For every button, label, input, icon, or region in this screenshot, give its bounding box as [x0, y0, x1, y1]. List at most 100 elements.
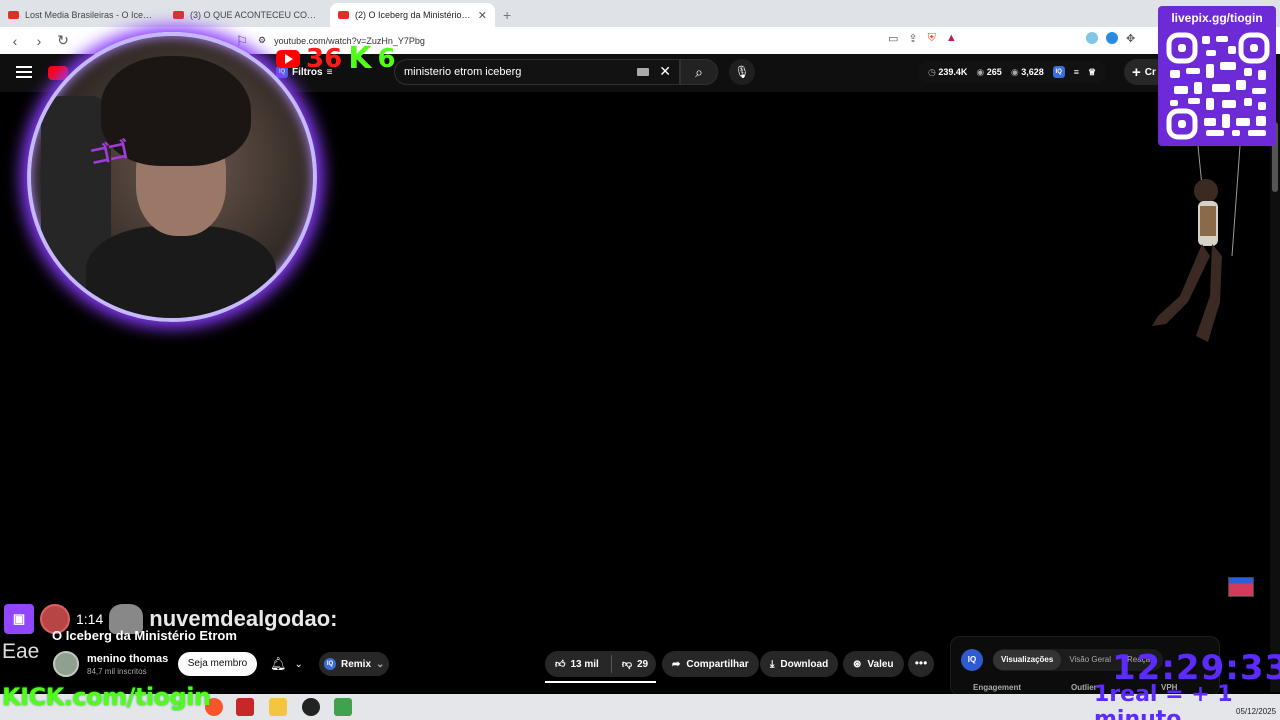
dislike-count: 29 [636, 658, 649, 670]
download-button[interactable]: ⤓ Download [760, 651, 839, 677]
screen: Lost Media Brasileiras - O Iceberg Ex (3… [0, 0, 1280, 720]
tab-title: (2) O Iceberg da Ministério Etrom [355, 10, 472, 20]
share-label: Compartilhar [686, 658, 749, 670]
like-button[interactable]: 👍︎ 13 mil [545, 655, 612, 673]
browser-tab[interactable]: Lost Media Brasileiras - O Iceberg Ex [0, 3, 165, 27]
streamer-webcam: ゴゴ [27, 32, 317, 322]
viewer-counter: 36 K 6 [276, 44, 396, 74]
kick-viewer-count: 6 [377, 44, 396, 74]
join-button[interactable]: Seja membro [178, 652, 257, 676]
super-thanks-icon: ⊛ [853, 658, 862, 670]
like-dislike-group: 👍︎ 13 mil 👎︎ 29 [545, 651, 656, 677]
subscriber-count: 84,7 mil inscritos [87, 667, 147, 676]
flag-icon [1228, 577, 1254, 597]
streamer-body [86, 226, 276, 318]
jojo-menacing-graphic: ゴゴ [87, 137, 128, 170]
forward-icon[interactable]: › [32, 33, 46, 49]
youtube-favicon-icon [173, 11, 184, 19]
chat-time: 1:14 [76, 611, 104, 627]
extensions-bar: ✥ [1086, 32, 1135, 45]
iq-icon[interactable]: IQ [1052, 66, 1065, 78]
menu-icon[interactable] [16, 66, 32, 78]
download-label: Download [780, 658, 829, 670]
livepix-url: livepix.gg/tiogin [1171, 11, 1263, 25]
site-info-icon[interactable]: ⚙ [258, 35, 266, 46]
extensions-puzzle-icon[interactable]: ✥ [1126, 32, 1135, 45]
iq-logo-icon: IQ [961, 649, 983, 671]
plus-icon: + [1132, 63, 1141, 81]
tab-overview[interactable]: Visão Geral [1061, 650, 1119, 670]
browser-tab[interactable]: (3) O QUE ACONTECEU COM O "eu [165, 3, 330, 27]
media-player-icon[interactable] [269, 698, 287, 716]
engagement-label: Engagement [973, 683, 1022, 692]
new-tab-icon[interactable]: + [495, 3, 519, 27]
twitch-icon: ▣ [4, 604, 34, 634]
channel-stats-bar: ◷ 239.4K ◉ 265 ◉ 3,628 IQ ≡ ♕ [918, 61, 1107, 83]
extension-icon[interactable] [1106, 32, 1118, 44]
youtube-viewer-count: 36 [306, 44, 343, 74]
search-icon: ⌕ [695, 64, 703, 80]
chevron-down-icon: ⌄ [294, 658, 303, 670]
bell-icon: 🔔︎ [270, 656, 287, 671]
tab-views[interactable]: Visualizações [993, 650, 1062, 670]
like-ratio-bar [545, 681, 656, 683]
scrollbar[interactable] [1270, 92, 1280, 692]
youtube-favicon-icon [338, 11, 349, 19]
extension-icon[interactable] [1086, 32, 1098, 44]
brave-rewards-icon[interactable]: ▲ [946, 32, 957, 45]
iq-icon: IQ [324, 658, 336, 670]
views-stat: ◷ 239.4K [928, 66, 968, 77]
channel-avatar[interactable] [53, 651, 79, 677]
obs-icon[interactable] [302, 698, 320, 716]
like-count: 13 mil [570, 658, 599, 670]
download-icon: ⤓ [770, 658, 775, 670]
subathon-rate: 1real = + 1 minuto [1094, 682, 1233, 720]
watching-stat: ◉ 265 [976, 66, 1002, 77]
more-icon: ••• [914, 656, 928, 670]
qr-code-icon [1166, 32, 1270, 140]
brave-shield-icon[interactable]: ⛨ [928, 32, 936, 45]
chevron-down-icon: ⌄ [376, 658, 385, 670]
keyboard-icon[interactable] [637, 68, 649, 76]
remix-label: Remix [341, 658, 372, 670]
address-bar-actions: ▭ ⇪ ⛨ ▲ [888, 32, 957, 45]
share-button[interactable]: ➦ Compartilhar [662, 651, 759, 677]
likes-stat: ◉ 3,628 [1010, 66, 1044, 77]
thanks-label: Valeu [867, 658, 894, 670]
back-icon[interactable]: ‹ [8, 33, 22, 49]
kick-icon: K [348, 41, 372, 76]
trophy-icon[interactable]: ♕ [1088, 67, 1096, 78]
thumbs-up-icon: 👍︎ [555, 659, 566, 670]
search-input[interactable]: ministerio etrom iceberg ✕ [394, 59, 680, 85]
thumbs-down-icon: 👎︎ [621, 659, 632, 670]
chat-message-text: Eae [2, 640, 40, 663]
video-title: O Iceberg da Ministério Etrom [52, 628, 237, 643]
channel-name[interactable]: menino thomas [87, 653, 168, 665]
close-tab-icon[interactable]: ✕ [478, 9, 487, 22]
youtube-favicon-icon [8, 11, 19, 19]
tab-title: (3) O QUE ACONTECEU COM O "eu [190, 10, 322, 20]
video-editor-icon[interactable] [236, 698, 254, 716]
clear-search-icon[interactable]: ✕ [659, 63, 671, 80]
list-icon[interactable]: ≡ [1074, 67, 1079, 77]
more-actions-button[interactable]: ••• [908, 651, 934, 677]
share-icon[interactable]: ⇪ [908, 32, 917, 45]
create-label: Cr [1144, 66, 1156, 78]
browser-tab-active[interactable]: (2) O Iceberg da Ministério Etrom ✕ [330, 3, 495, 27]
kick-url-overlay: KICK.com/tiogin [2, 683, 211, 711]
dislike-button[interactable]: 👎︎ 29 [612, 658, 649, 671]
search-button[interactable]: ⌕ [680, 59, 718, 85]
cast-icon[interactable]: ▭ [888, 32, 898, 45]
search-query: ministerio etrom iceberg [404, 66, 522, 78]
anime-character-sticker [1152, 146, 1241, 342]
tab-title: Lost Media Brasileiras - O Iceberg Ex [25, 10, 157, 20]
remix-button[interactable]: IQ Remix ⌄ [319, 652, 389, 676]
browser-tab-bar: Lost Media Brasileiras - O Iceberg Ex (3… [0, 0, 1280, 27]
app-icon[interactable] [334, 698, 352, 716]
livepix-qr-panel: livepix.gg/tiogin [1158, 6, 1276, 146]
voice-search-icon[interactable]: 🎙 [729, 59, 755, 85]
share-arrow-icon: ➦ [672, 658, 681, 670]
thanks-button[interactable]: ⊛ Valeu [843, 651, 904, 677]
subscription-bell-button[interactable]: 🔔︎ ⌄ [266, 652, 308, 676]
reload-icon[interactable]: ↻ [56, 32, 70, 49]
